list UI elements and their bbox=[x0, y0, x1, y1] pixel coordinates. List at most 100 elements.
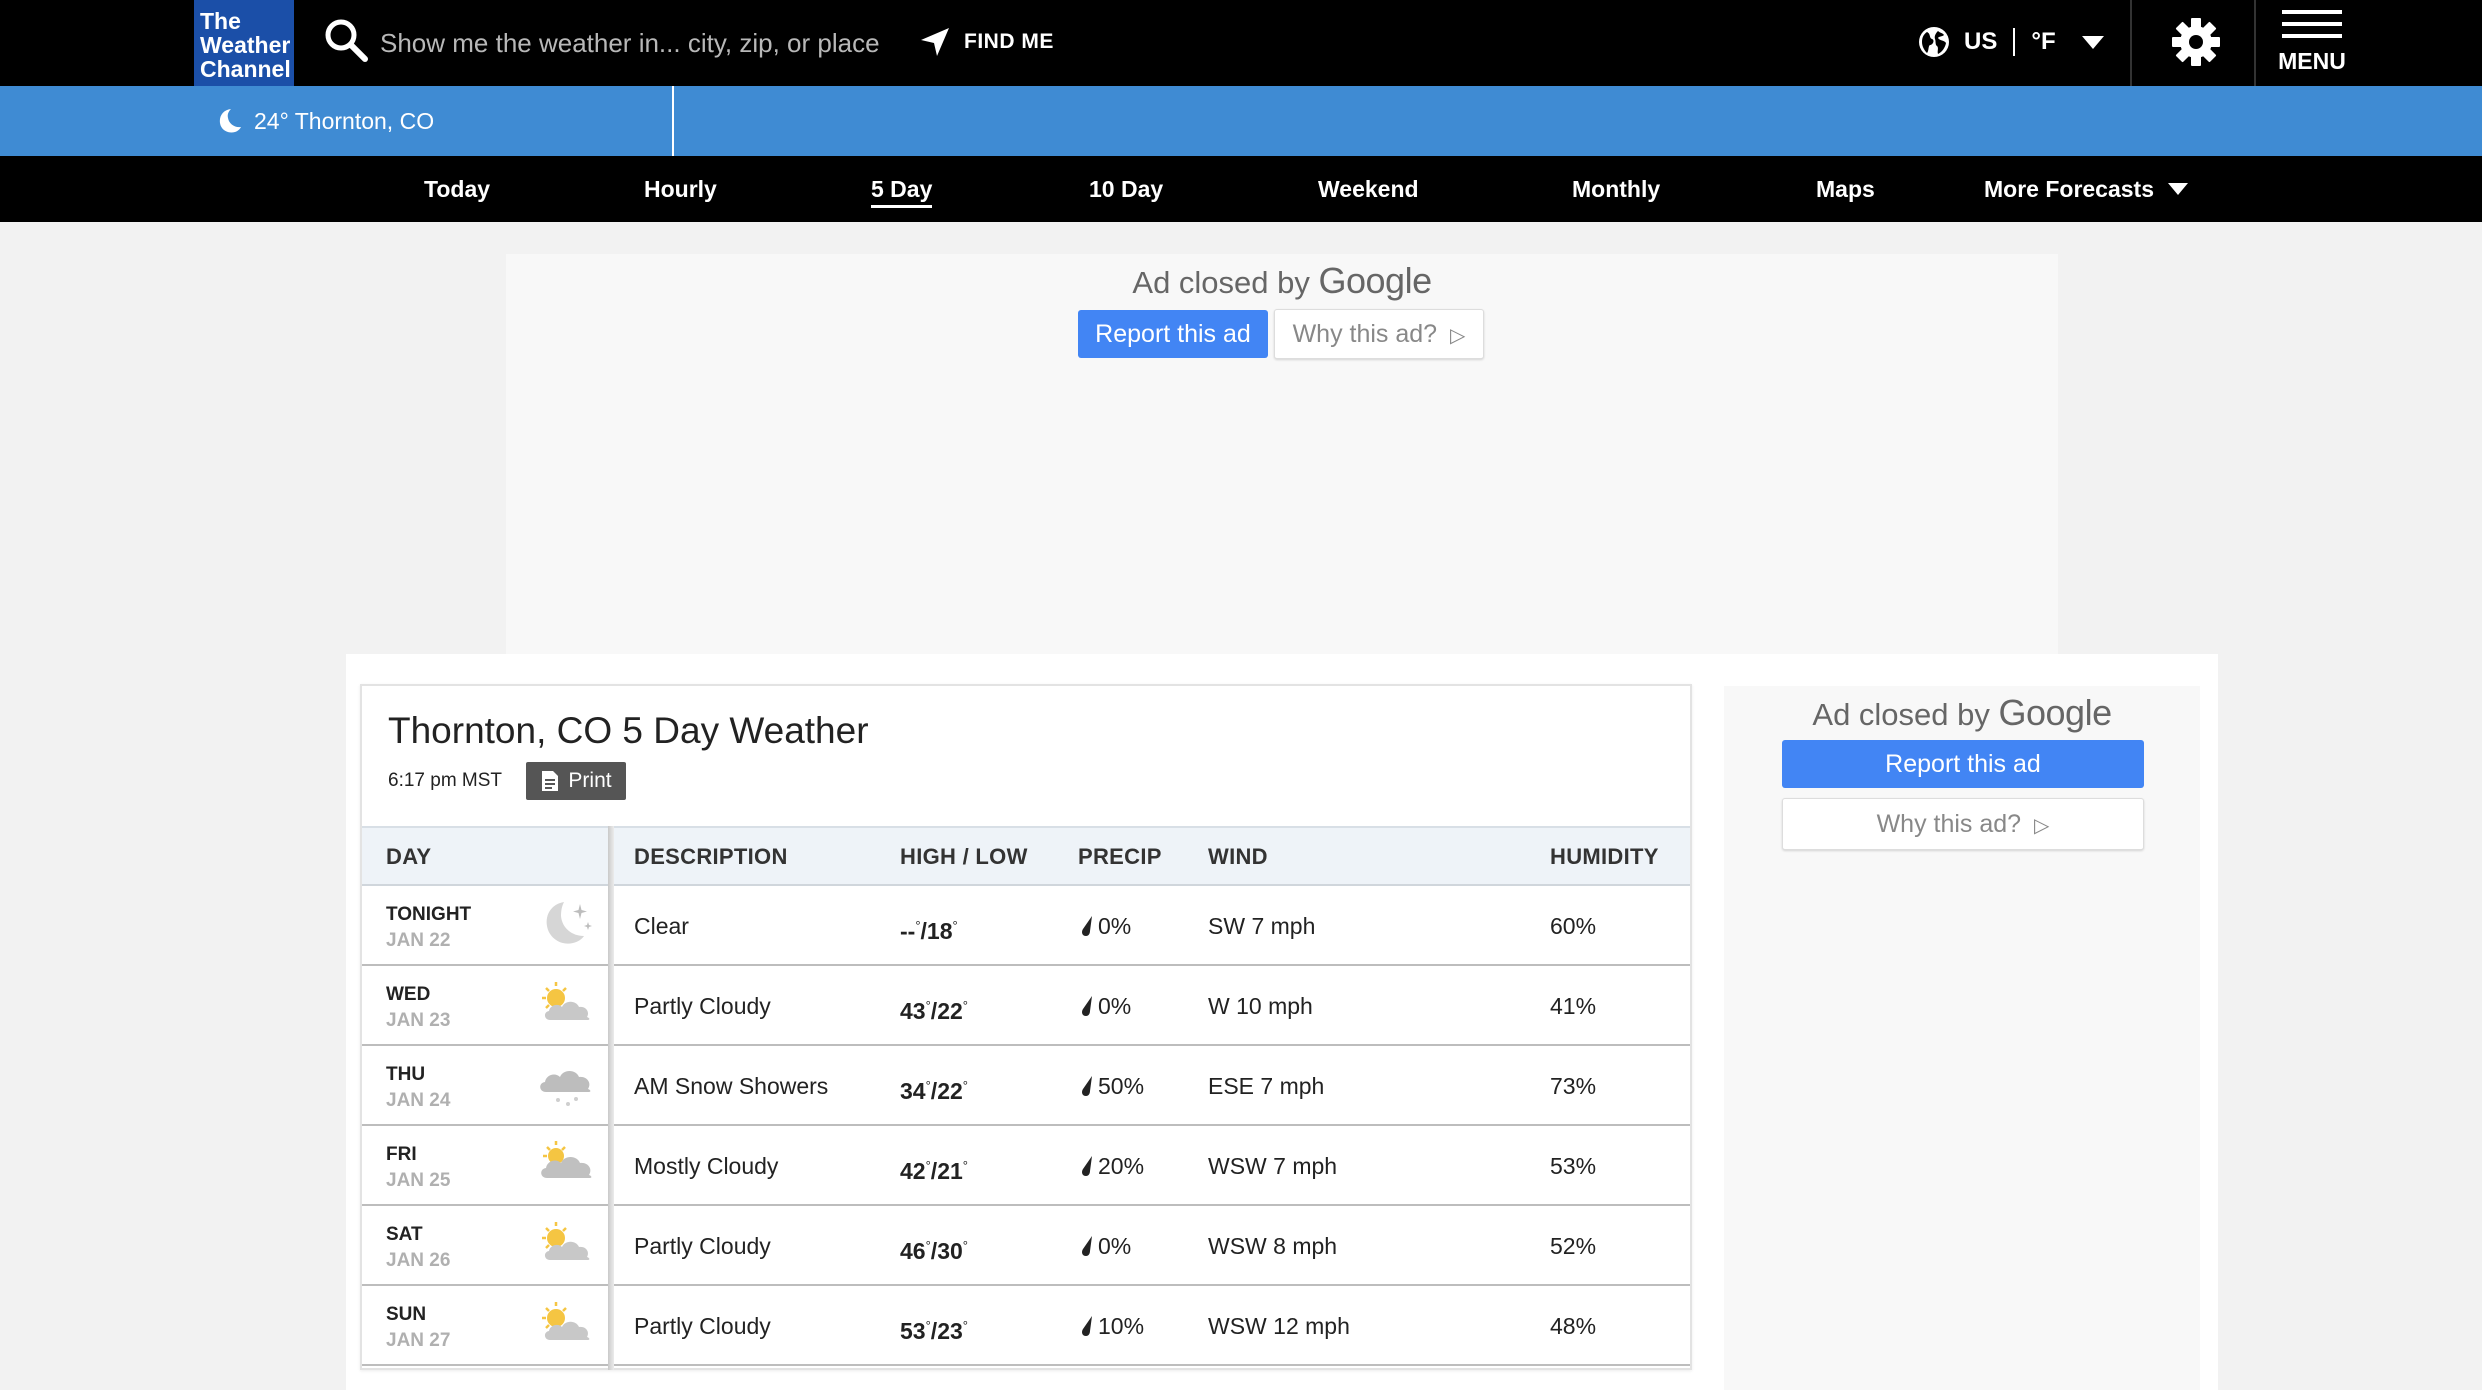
search-input[interactable] bbox=[380, 20, 900, 66]
snow-showers-icon bbox=[540, 1071, 591, 1106]
tab-10-day[interactable]: 10 Day bbox=[1089, 156, 1163, 222]
row-day: TONIGHT bbox=[386, 904, 472, 925]
tab-today[interactable]: Today bbox=[424, 156, 490, 222]
column-header-day: DAY bbox=[386, 844, 432, 869]
hamburger-icon-bar bbox=[2282, 22, 2342, 26]
row-low: 18 bbox=[926, 918, 953, 944]
row-date: JAN 22 bbox=[386, 930, 451, 951]
weather-channel-logo[interactable]: The Weather Channel bbox=[194, 0, 294, 86]
tab-5-day[interactable]: 5 Day bbox=[871, 156, 933, 222]
raindrop-icon bbox=[1082, 916, 1092, 936]
gear-icon[interactable] bbox=[2168, 14, 2224, 70]
table-row[interactable]: SUN JAN 27 Partly Cloudy 53°/23° 10% WSW… bbox=[362, 1286, 1690, 1366]
hamburger-icon-bar bbox=[2282, 34, 2342, 38]
partly-cloudy-icon bbox=[542, 1222, 590, 1260]
row-precip-value: 0% bbox=[1098, 912, 1132, 939]
table-row[interactable]: WED JAN 23 Partly Cloudy 43°/22° 0% W 10… bbox=[362, 966, 1690, 1046]
tab-monthly[interactable]: Monthly bbox=[1572, 156, 1660, 222]
row-high: 43 bbox=[900, 998, 926, 1024]
row-low: 21 bbox=[937, 1158, 963, 1184]
row-date: JAN 27 bbox=[386, 1330, 451, 1351]
locale-divider bbox=[2013, 28, 2016, 56]
forecast-card: Thornton, CO 5 Day Weather 6:17 pm MST P… bbox=[360, 684, 1692, 1370]
row-low: 22 bbox=[937, 998, 963, 1024]
row-day: THU bbox=[386, 1064, 426, 1085]
tab-label: Hourly bbox=[644, 176, 717, 202]
table-row[interactable]: TONIGHT JAN 22 Clear --°/18° 0% SW 7 mph… bbox=[362, 886, 1690, 966]
raindrop-icon bbox=[1082, 1076, 1092, 1096]
row-humidity: 41% bbox=[1550, 993, 1597, 1019]
row-day: WED bbox=[386, 984, 431, 1005]
print-button[interactable]: Print bbox=[526, 762, 626, 800]
row-precip-value: 0% bbox=[1098, 1232, 1132, 1259]
row-precip: 20% bbox=[1080, 1126, 1144, 1206]
find-me-button[interactable]: FIND ME bbox=[918, 18, 1054, 66]
google-wordmark: Google bbox=[1998, 692, 2113, 733]
table-row[interactable]: FRI JAN 25 Mostly Cloudy 42°/21° 20% WSW… bbox=[362, 1126, 1690, 1206]
row-description: Clear bbox=[634, 913, 689, 939]
row-wind: ESE 7 mph bbox=[1208, 1073, 1325, 1099]
ad-closed-text: Ad closed by bbox=[1812, 697, 1990, 732]
why-this-ad-button[interactable]: Why this ad? ▷ bbox=[1782, 798, 2144, 850]
why-this-ad-button[interactable]: Why this ad? ▷ bbox=[1274, 309, 1484, 359]
search-icon[interactable] bbox=[322, 16, 370, 64]
update-time: 6:17 pm MST bbox=[388, 770, 503, 791]
row-high-low: --°/18° bbox=[900, 918, 958, 944]
locale-selector[interactable]: US °F bbox=[1918, 18, 2104, 66]
degree-mark: ° bbox=[925, 1158, 931, 1173]
column-header-precip: PRECIP bbox=[1078, 844, 1162, 869]
table-row[interactable]: SAT JAN 26 Partly Cloudy 46°/30° 0% WSW … bbox=[362, 1206, 1690, 1286]
row-precip-value: 10% bbox=[1098, 1312, 1145, 1339]
chevron-down-icon bbox=[2081, 35, 2104, 49]
row-precip: 50% bbox=[1080, 1046, 1144, 1126]
menu-button[interactable]: MENU bbox=[2258, 8, 2366, 78]
why-this-ad-label: Why this ad? bbox=[1292, 320, 1438, 348]
row-day: SAT bbox=[386, 1224, 423, 1245]
row-wind: SW 7 mph bbox=[1208, 913, 1316, 939]
row-date: JAN 25 bbox=[386, 1170, 451, 1191]
report-ad-button[interactable]: Report this ad bbox=[1078, 310, 1268, 358]
tab-label: Weekend bbox=[1318, 176, 1419, 202]
table-row[interactable]: THU JAN 24 AM Snow Showers 34°/22° 50% E… bbox=[362, 1046, 1690, 1126]
tab-maps[interactable]: Maps bbox=[1816, 156, 1875, 222]
moon-icon bbox=[219, 109, 241, 133]
tab-label: Monthly bbox=[1572, 176, 1661, 202]
row-humidity: 73% bbox=[1550, 1073, 1597, 1099]
row-high-low: 43°/22° bbox=[900, 998, 968, 1024]
row-day: FRI bbox=[386, 1144, 417, 1165]
row-high-low: 53°/23° bbox=[900, 1318, 968, 1344]
row-high-low: 34°/22° bbox=[900, 1078, 968, 1104]
row-date: JAN 24 bbox=[386, 1090, 451, 1111]
report-ad-button[interactable]: Report this ad bbox=[1782, 740, 2144, 788]
ad-closed-notice: Ad closed by Google bbox=[506, 260, 2058, 302]
row-date: JAN 23 bbox=[386, 1010, 451, 1031]
logo-line-1: The bbox=[200, 8, 241, 34]
row-wind: W 10 mph bbox=[1208, 993, 1313, 1019]
partly-cloudy-icon bbox=[542, 1302, 590, 1340]
row-humidity: 60% bbox=[1550, 913, 1597, 939]
row-low: 22 bbox=[937, 1078, 963, 1104]
hamburger-icon bbox=[2282, 10, 2342, 14]
header-divider bbox=[2254, 0, 2256, 86]
raindrop-icon bbox=[1082, 1316, 1092, 1336]
tab-label: More Forecasts bbox=[1984, 176, 2155, 202]
row-description: Partly Cloudy bbox=[634, 1233, 771, 1259]
tab-weekend[interactable]: Weekend bbox=[1318, 156, 1419, 222]
tab-hourly[interactable]: Hourly bbox=[644, 156, 717, 222]
google-wordmark: Google bbox=[1318, 260, 1433, 301]
degree-mark: ° bbox=[925, 1238, 931, 1253]
mostly-cloudy-icon bbox=[541, 1141, 592, 1178]
chevron-down-icon bbox=[2168, 183, 2189, 195]
degree-mark: ° bbox=[962, 1158, 968, 1173]
row-precip: 10% bbox=[1080, 1286, 1144, 1366]
side-ad-slot: Ad closed by Google Report this ad Why t… bbox=[1724, 686, 2200, 1390]
location-arrow-icon bbox=[921, 28, 949, 56]
ad-closed-text: Ad closed by bbox=[1132, 265, 1310, 300]
tab-more-forecasts[interactable]: More Forecasts bbox=[1984, 156, 2189, 222]
row-precip: 0% bbox=[1080, 1206, 1131, 1286]
row-date: JAN 26 bbox=[386, 1250, 451, 1271]
row-precip: 0% bbox=[1080, 886, 1131, 966]
degree-mark: ° bbox=[925, 1318, 931, 1333]
row-low: 30 bbox=[937, 1238, 963, 1264]
current-location-button[interactable]: 24° Thornton, CO bbox=[214, 86, 434, 156]
